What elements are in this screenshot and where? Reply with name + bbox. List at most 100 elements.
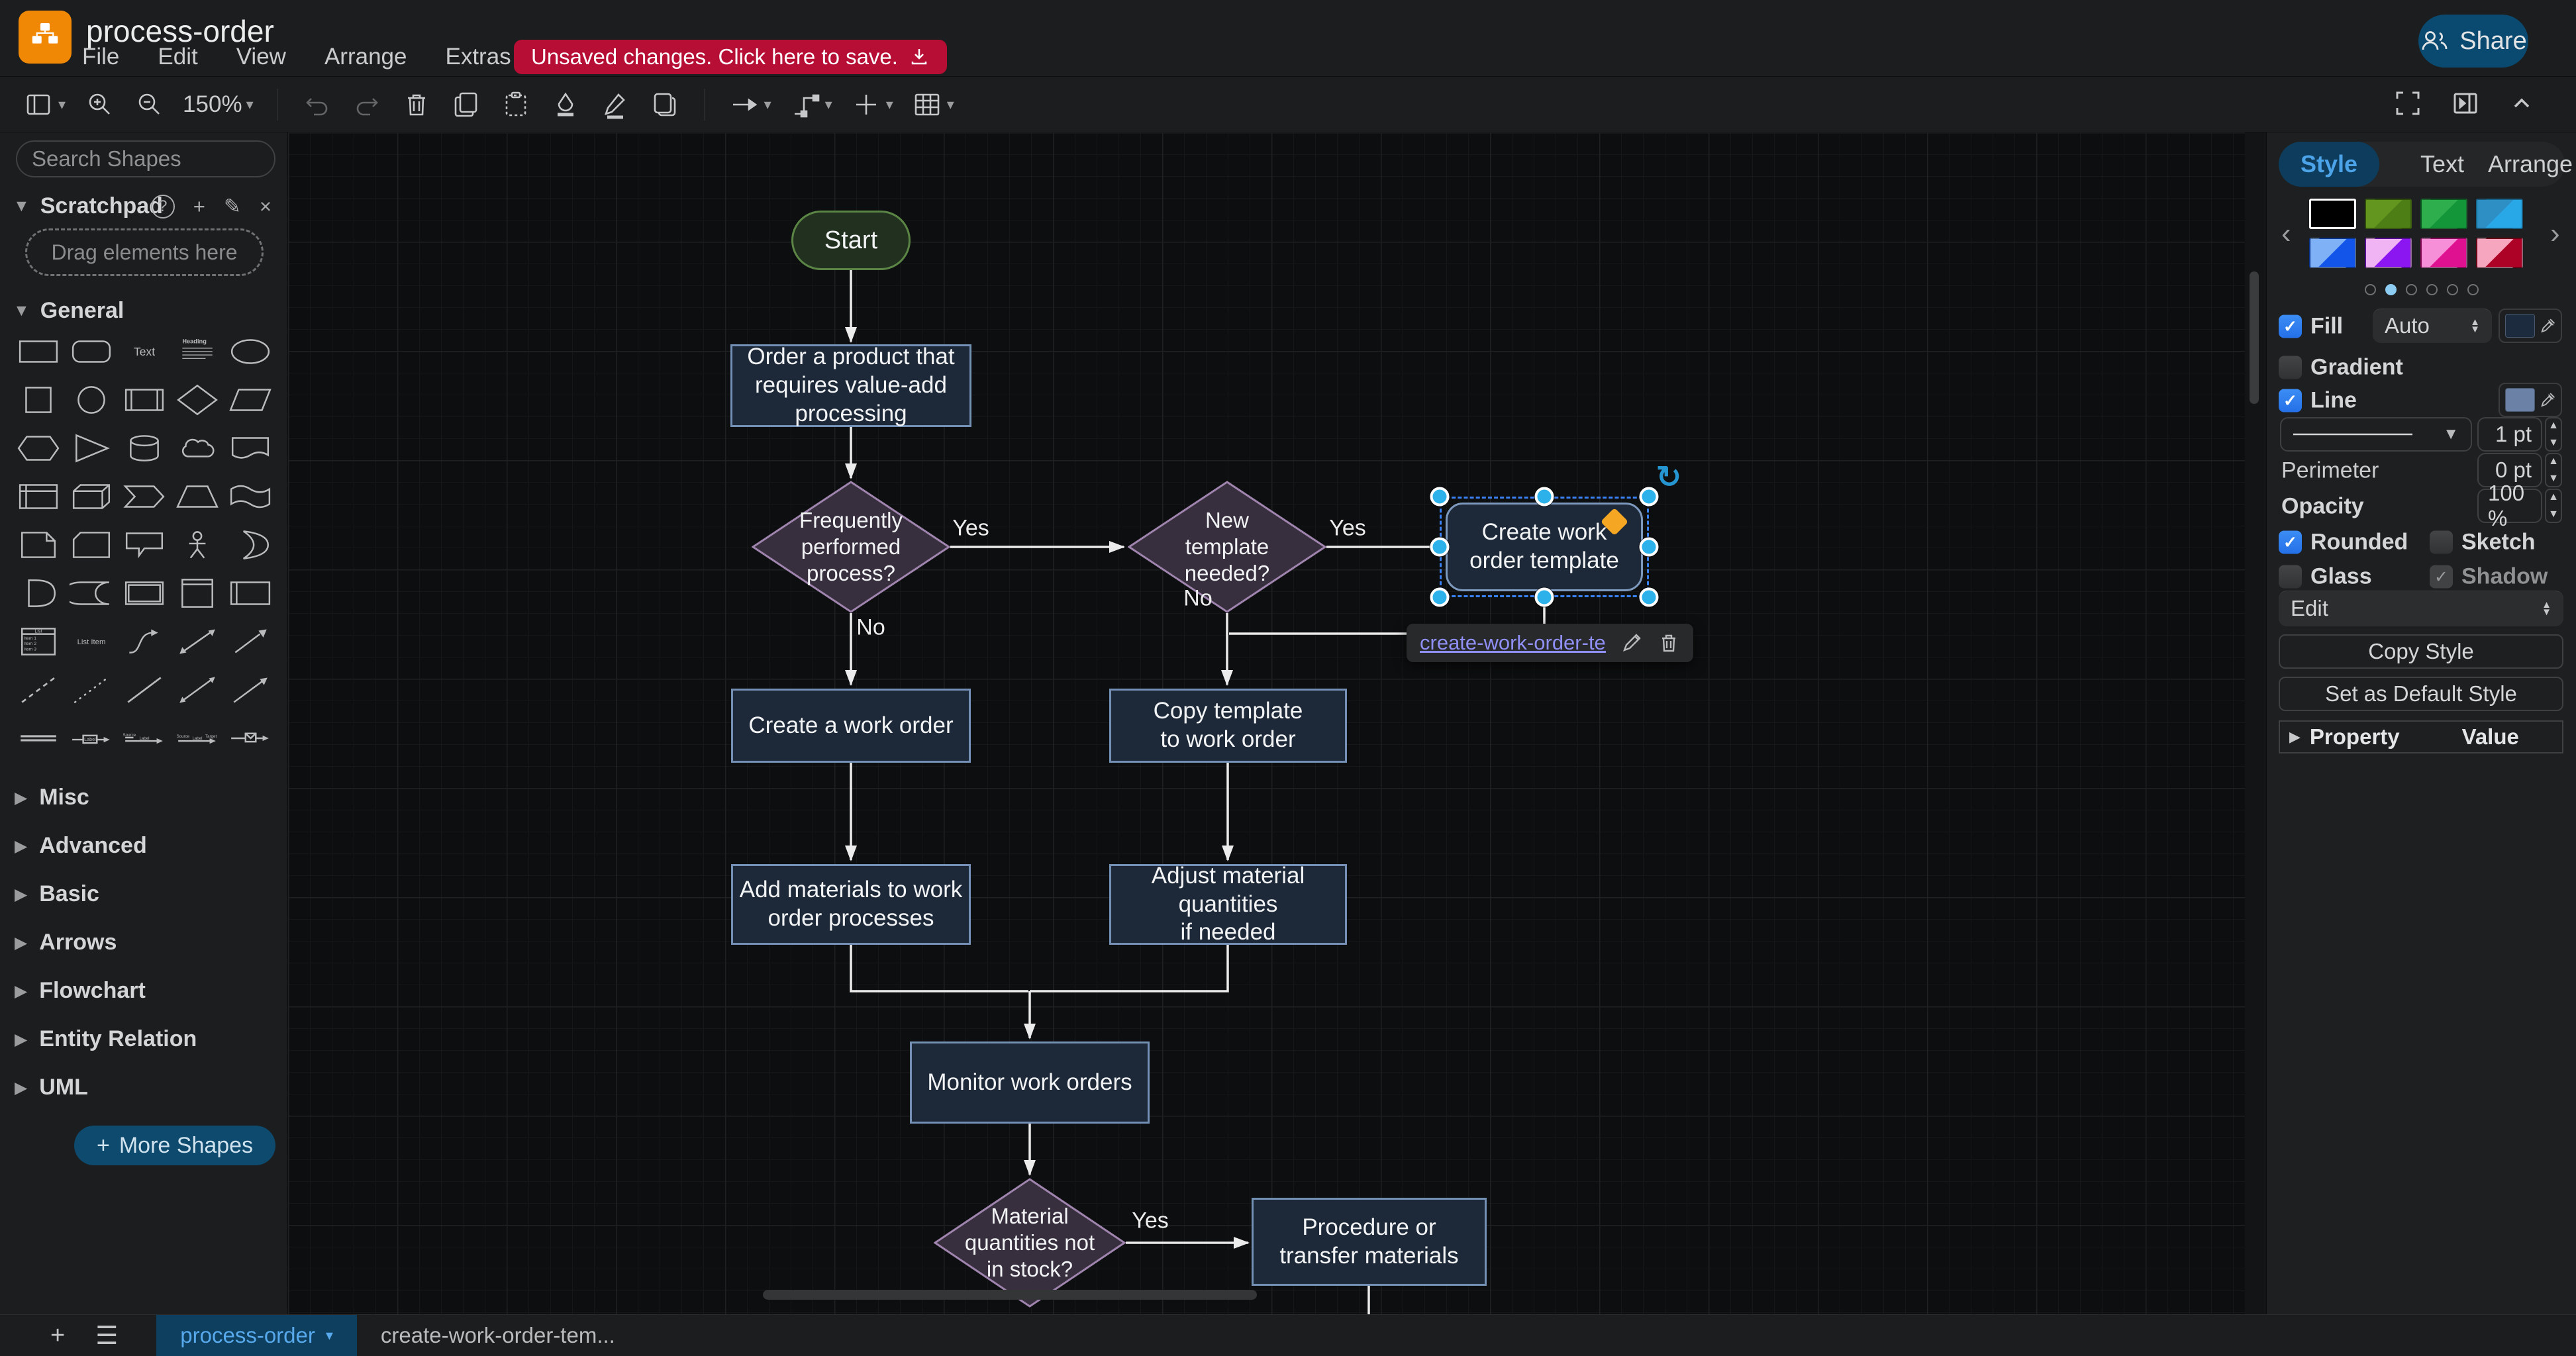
- node-copy-template[interactable]: Copy template to work order: [1109, 689, 1347, 763]
- shape-callout[interactable]: [118, 524, 171, 565]
- shape-list-item[interactable]: List Item: [65, 621, 118, 661]
- shape-arrow[interactable]: [224, 621, 277, 661]
- node-adjust-quantities[interactable]: Adjust material quantities if needed: [1109, 864, 1347, 945]
- selection-handle[interactable]: [1535, 487, 1554, 507]
- line-style-select[interactable]: ▼: [2280, 417, 2472, 452]
- tab-arrange[interactable]: Arrange: [2488, 150, 2565, 178]
- app-logo-icon[interactable]: [19, 11, 72, 64]
- shape-note[interactable]: [12, 524, 65, 565]
- swatch-page-dot-0[interactable]: [2365, 284, 2376, 295]
- shape-arrow-source-label[interactable]: SourceLabel: [118, 718, 171, 758]
- delete-icon[interactable]: [401, 86, 432, 123]
- line-width-stepper[interactable]: ▲▼: [2545, 417, 2562, 452]
- horizontal-scrollbar[interactable]: [763, 1290, 1257, 1300]
- close-icon[interactable]: ×: [260, 195, 272, 218]
- shape-line[interactable]: [118, 669, 171, 710]
- shape-circle[interactable]: [65, 379, 118, 420]
- line-color-well[interactable]: [2499, 383, 2562, 417]
- swatch-page-dot-5[interactable]: [2467, 284, 2479, 295]
- style-swatch-2[interactable]: [2420, 199, 2467, 229]
- style-swatch-3[interactable]: [2476, 199, 2523, 229]
- page-tab-1[interactable]: create-work-order-tem...: [357, 1315, 639, 1356]
- shape-vertical-container[interactable]: [171, 573, 224, 613]
- menu-arrange[interactable]: Arrange: [324, 44, 407, 70]
- sidebar-section-arrows[interactable]: ▶Arrows: [0, 918, 288, 967]
- node-order-product[interactable]: Order a product that requires value-add …: [730, 344, 971, 427]
- shape-parallelogram[interactable]: [224, 379, 277, 420]
- share-button[interactable]: Share: [2418, 15, 2528, 68]
- search-shapes-input[interactable]: [32, 146, 288, 171]
- paste-icon[interactable]: [500, 86, 532, 123]
- rounded-checkbox[interactable]: ✓: [2279, 531, 2302, 554]
- swatch-page-dot-4[interactable]: [2447, 284, 2458, 295]
- shape-dotted-line[interactable]: [65, 669, 118, 710]
- shape-container[interactable]: [118, 573, 171, 613]
- node-start[interactable]: Start: [791, 211, 911, 270]
- node-material-quantities[interactable]: Material quantities not in stock?: [934, 1178, 1126, 1308]
- shape-arrow-label[interactable]: Label: [65, 718, 118, 758]
- more-shapes-button[interactable]: + More Shapes: [74, 1126, 275, 1165]
- shape-list[interactable]: ListItem 1Item 2Item 3: [12, 621, 65, 661]
- unsaved-changes-button[interactable]: Unsaved changes. Click here to save.: [514, 40, 947, 74]
- zoom-out-icon[interactable]: [133, 86, 165, 123]
- help-icon[interactable]: ?: [151, 195, 175, 218]
- line-color-chip[interactable]: [2505, 388, 2535, 412]
- search-shapes-box[interactable]: [16, 140, 275, 177]
- shape-curve[interactable]: [118, 621, 171, 661]
- shape-cloud[interactable]: [171, 428, 224, 468]
- scratchpad-header[interactable]: ▼ Scratchpad: [13, 193, 163, 219]
- shape-data-storage[interactable]: [65, 573, 118, 613]
- fill-color-well[interactable]: [2499, 309, 2562, 343]
- selection-handle[interactable]: [1640, 538, 1659, 557]
- line-width-input[interactable]: 1 pt: [2477, 417, 2542, 452]
- fullscreen-icon[interactable]: [2393, 89, 2422, 121]
- edge-style-icon[interactable]: [728, 86, 760, 123]
- shape-arrow-source-label-target[interactable]: SourceLabelTarget: [171, 718, 224, 758]
- menu-extras[interactable]: Extras: [445, 44, 511, 70]
- shape-horizontal-container[interactable]: [224, 573, 277, 613]
- shadow-icon[interactable]: [649, 86, 681, 123]
- stroke-color-icon[interactable]: [599, 86, 631, 123]
- shape-internal-storage[interactable]: [12, 476, 65, 516]
- sidebar-toggle-icon[interactable]: [23, 86, 54, 123]
- property-section-header[interactable]: ▶ Property Value: [2279, 720, 2563, 753]
- edit-link-icon[interactable]: [1620, 632, 1643, 654]
- tab-style[interactable]: Style: [2279, 142, 2379, 187]
- node-procedure-transfer[interactable]: Procedure or transfer materials: [1252, 1198, 1487, 1286]
- shape-directional-connector[interactable]: [224, 669, 277, 710]
- swatch-page-dot-1[interactable]: [2385, 284, 2397, 295]
- shape-diamond[interactable]: [171, 379, 224, 420]
- swatch-page-dot-2[interactable]: [2406, 284, 2417, 295]
- tab-text[interactable]: Text: [2406, 150, 2479, 178]
- shape-link[interactable]: create-work-order-template: [1420, 631, 1606, 655]
- shape-card[interactable]: [65, 524, 118, 565]
- add-page-icon[interactable]: +: [50, 1322, 65, 1350]
- waypoint-style-icon[interactable]: [789, 86, 821, 123]
- shape-rounded-rectangle[interactable]: [65, 331, 118, 371]
- eyedropper-icon[interactable]: [2540, 317, 2555, 334]
- shape-ellipse[interactable]: [224, 331, 277, 371]
- swatch-next-icon[interactable]: ›: [2550, 217, 2560, 250]
- scratchpad-dropzone[interactable]: Drag elements here: [25, 228, 264, 276]
- sidebar-section-uml[interactable]: ▶UML: [0, 1063, 288, 1112]
- fill-checkbox[interactable]: ✓: [2279, 315, 2302, 338]
- shape-envelope-arrow[interactable]: [224, 718, 277, 758]
- shape-actor[interactable]: [171, 524, 224, 565]
- edit-style-select[interactable]: Edit ▲▼: [2279, 591, 2563, 626]
- shape-process[interactable]: [118, 379, 171, 420]
- shape-and[interactable]: [12, 573, 65, 613]
- undo-icon[interactable]: [301, 86, 333, 123]
- opacity-input[interactable]: 100 %: [2477, 489, 2542, 523]
- rotate-handle-icon[interactable]: ↻: [1656, 459, 1682, 495]
- shape-cylinder[interactable]: [118, 428, 171, 468]
- node-create-a-work-order[interactable]: Create a work order: [731, 689, 971, 763]
- selection-handle[interactable]: [1430, 487, 1450, 507]
- style-swatch-5[interactable]: [2365, 238, 2412, 268]
- shape-text[interactable]: Text: [118, 331, 171, 371]
- section-general[interactable]: ▼ General: [13, 298, 124, 324]
- vertical-scrollbar[interactable]: [2250, 271, 2259, 404]
- shape-bidirectional-connector[interactable]: [171, 669, 224, 710]
- shape-tape[interactable]: [224, 476, 277, 516]
- page-tab-0[interactable]: process-order▾: [156, 1315, 357, 1356]
- style-swatch-0[interactable]: [2309, 199, 2356, 229]
